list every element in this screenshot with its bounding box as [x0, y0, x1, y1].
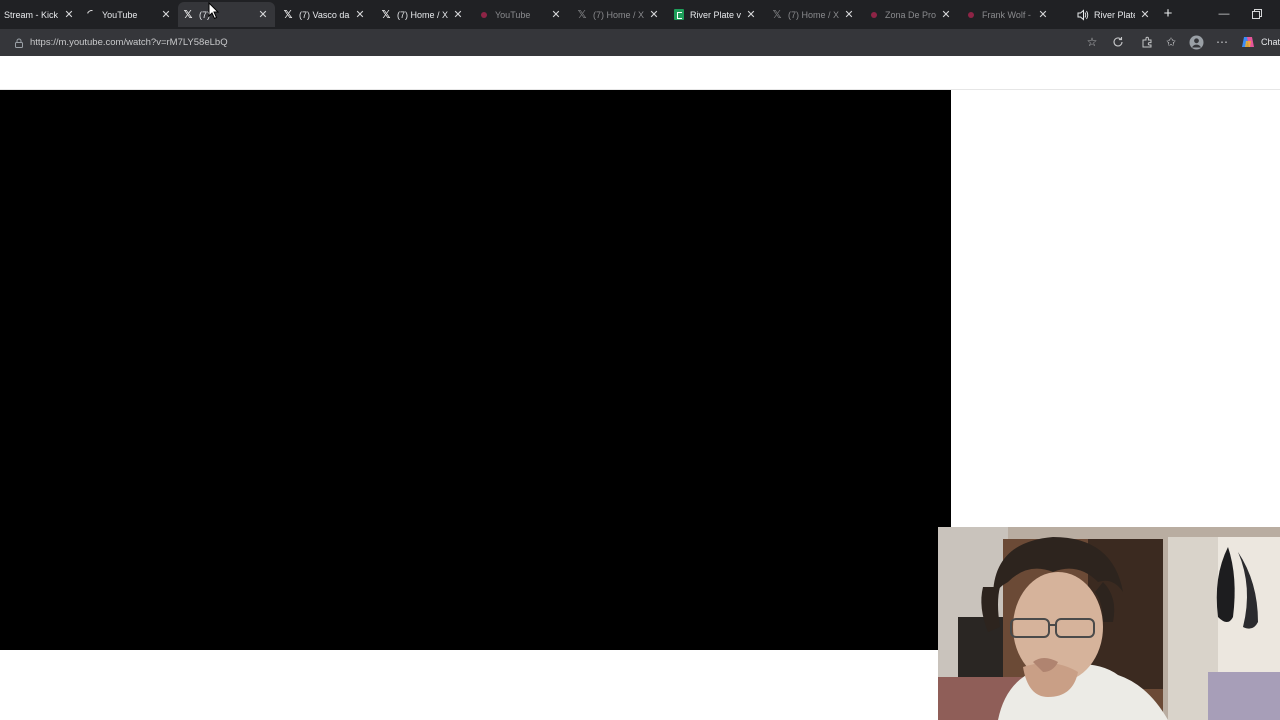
webcam-overlay [938, 527, 1280, 720]
tab-9[interactable]: 𝕏 (7) Home / X ✕ [767, 2, 861, 27]
tab-12[interactable]: River Plate ✕ [1073, 2, 1157, 27]
tab-5[interactable]: 𝕏 (7) Home / X ✕ [376, 2, 470, 27]
tab-close-icon[interactable]: ✕ [940, 9, 952, 21]
extensions-icon[interactable] [1139, 34, 1155, 50]
tab-close-icon[interactable]: ✕ [745, 9, 757, 21]
tab-1[interactable]: Stream - Kick D ✕ [0, 2, 81, 27]
url-field[interactable]: https://m.youtube.com/watch?v=rM7LY58eLb… [30, 37, 228, 48]
more-icon[interactable]: ⋯ [1214, 34, 1230, 50]
sheets-icon [673, 9, 685, 21]
tab-label: (7) Home / X [788, 9, 839, 20]
tab-6[interactable]: YouTube ✕ [474, 2, 568, 27]
tab-close-icon[interactable]: ✕ [160, 9, 172, 21]
tab-3-active[interactable]: 𝕏 (7) ✕ [178, 2, 275, 27]
x-logo-icon: 𝕏 [577, 8, 587, 21]
tab-close-icon[interactable]: ✕ [257, 9, 269, 21]
minimize-icon[interactable]: — [1214, 4, 1234, 24]
youtube-dot-icon [965, 9, 977, 21]
profile-icon[interactable] [1188, 34, 1204, 50]
tab-2[interactable]: YouTube ✕ [81, 2, 178, 27]
tab-close-icon[interactable]: ✕ [843, 9, 855, 21]
mouse-cursor-icon [208, 2, 220, 20]
x-logo-icon: 𝕏 [283, 8, 293, 21]
tab-close-icon[interactable]: ✕ [452, 9, 464, 21]
tab-label: (7) Home / X [593, 9, 644, 20]
tab-label: Zona De Prom [885, 9, 936, 20]
new-tab-icon[interactable]: + [1160, 6, 1176, 22]
tab-4[interactable]: 𝕏 (7) Vasco da G ✕ [278, 2, 372, 27]
tab-close-icon[interactable]: ✕ [1037, 9, 1049, 21]
address-toolbar: https://m.youtube.com/watch?v=rM7LY58eLb… [0, 29, 1280, 56]
tab-close-icon[interactable]: ✕ [550, 9, 562, 21]
tab-label: Frank Wolf - Fl [982, 9, 1033, 20]
tab-label: (7) Vasco da G [299, 9, 350, 20]
video-player[interactable] [0, 90, 951, 650]
tab-label: YouTube [495, 9, 531, 20]
tab-strip: Stream - Kick D ✕ YouTube ✕ 𝕏 (7) ✕ 𝕏 (7… [0, 0, 1280, 29]
tab-label: River Plate [1094, 9, 1135, 20]
tab-close-icon[interactable]: ✕ [354, 9, 366, 21]
tab-close-icon[interactable]: ✕ [648, 9, 660, 21]
tab-label: YouTube [102, 9, 138, 20]
star-icon[interactable]: ☆ [1084, 34, 1100, 50]
tab-label: River Plate vs A [690, 9, 741, 20]
chat-label[interactable]: Chat [1261, 37, 1280, 47]
x-logo-icon: 𝕏 [381, 8, 391, 21]
site-info-icon[interactable] [13, 36, 25, 48]
favorites-icon[interactable]: ✩ [1163, 34, 1179, 50]
tab-11[interactable]: Frank Wolf - Fl ✕ [961, 2, 1055, 27]
tab-label: Stream - Kick D [4, 9, 59, 20]
tab-8[interactable]: River Plate vs A ✕ [669, 2, 763, 27]
tab-7[interactable]: 𝕏 (7) Home / X ✕ [572, 2, 666, 27]
refresh-icon[interactable] [1110, 34, 1126, 50]
speaker-icon[interactable] [1077, 8, 1089, 21]
webcam-image [938, 527, 1280, 720]
page-header [0, 56, 1280, 90]
tab-close-icon[interactable]: ✕ [63, 9, 75, 21]
youtube-dot-icon [478, 9, 490, 21]
restore-icon[interactable] [1247, 4, 1267, 24]
tab-label: (7) Home / X [397, 9, 448, 20]
tab-10[interactable]: Zona De Prom ✕ [864, 2, 958, 27]
copilot-icon[interactable] [1240, 34, 1256, 50]
x-logo-icon: 𝕏 [183, 8, 193, 21]
youtube-dot-icon [868, 9, 880, 21]
tab-close-icon[interactable]: ✕ [1139, 9, 1151, 21]
loading-spinner-icon [84, 8, 98, 21]
x-logo-icon: 𝕏 [772, 8, 782, 21]
